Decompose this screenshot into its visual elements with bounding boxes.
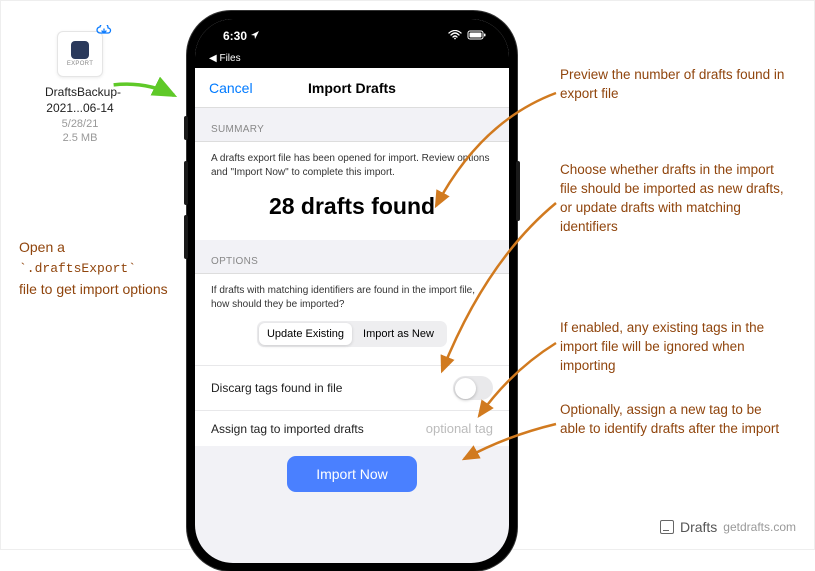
brand-name: Drafts xyxy=(680,519,717,535)
cancel-button[interactable]: Cancel xyxy=(209,80,253,96)
assign-tag-label: Assign tag to imported drafts xyxy=(211,422,364,436)
file-date: 5/28/21 xyxy=(45,118,115,130)
export-file[interactable]: EXPORT DraftsBackup-2021...06-14 5/28/21… xyxy=(45,31,115,144)
discard-tags-label: Discarg tags found in file xyxy=(211,381,342,395)
brand: Drafts getdrafts.com xyxy=(660,519,796,535)
page-title: Import Drafts xyxy=(308,80,396,96)
back-to-files[interactable]: ◀ Files xyxy=(195,53,509,68)
wifi-icon xyxy=(448,29,462,43)
open-arrow xyxy=(111,76,181,106)
file-size: 2.5 MB xyxy=(45,132,115,144)
location-icon xyxy=(250,29,260,43)
discard-tags-switch[interactable] xyxy=(453,376,493,400)
left-instruction: Open a `.draftsExport` file to get impor… xyxy=(19,237,169,299)
statusbar-time: 6:30 xyxy=(223,29,247,43)
assign-tag-input[interactable]: optional tag xyxy=(426,421,493,436)
annotation-assign-tag: Optionally, assign a new tag to be able … xyxy=(560,401,790,439)
file-thumbnail: EXPORT xyxy=(57,31,103,77)
drafts-logo-icon xyxy=(660,520,674,534)
file-name: DraftsBackup-2021...06-14 xyxy=(45,85,115,116)
seg-import-as-new[interactable]: Import as New xyxy=(352,323,445,345)
assign-tag-row: Assign tag to imported drafts optional t… xyxy=(195,410,509,446)
battery-icon xyxy=(467,29,487,43)
options-header: OPTIONS xyxy=(195,240,509,274)
phone-frame: 6:30 ◀ Files Cancel Import Drafts SUMMAR… xyxy=(187,11,517,571)
annotation-preview: Preview the number of drafts found in ex… xyxy=(560,66,790,104)
import-now-button[interactable]: Import Now xyxy=(287,456,417,492)
thumb-label: EXPORT xyxy=(67,61,93,67)
summary-desc: A drafts export file has been opened for… xyxy=(211,152,493,179)
options-desc: If drafts with matching identifiers are … xyxy=(211,284,493,311)
annotation-choose-mode: Choose whether drafts in the import file… xyxy=(560,161,790,237)
annotation-discard-tags: If enabled, any existing tags in the imp… xyxy=(560,319,790,376)
brand-url: getdrafts.com xyxy=(723,520,796,534)
navbar: Cancel Import Drafts xyxy=(195,68,509,108)
cloud-download-icon xyxy=(96,24,112,40)
summary-header: SUMMARY xyxy=(195,108,509,142)
discard-tags-row: Discarg tags found in file xyxy=(195,365,509,410)
drafts-found-count: 28 drafts found xyxy=(211,193,493,220)
seg-update-existing[interactable]: Update Existing xyxy=(259,323,352,345)
import-mode-segmented[interactable]: Update Existing Import as New xyxy=(257,321,447,347)
